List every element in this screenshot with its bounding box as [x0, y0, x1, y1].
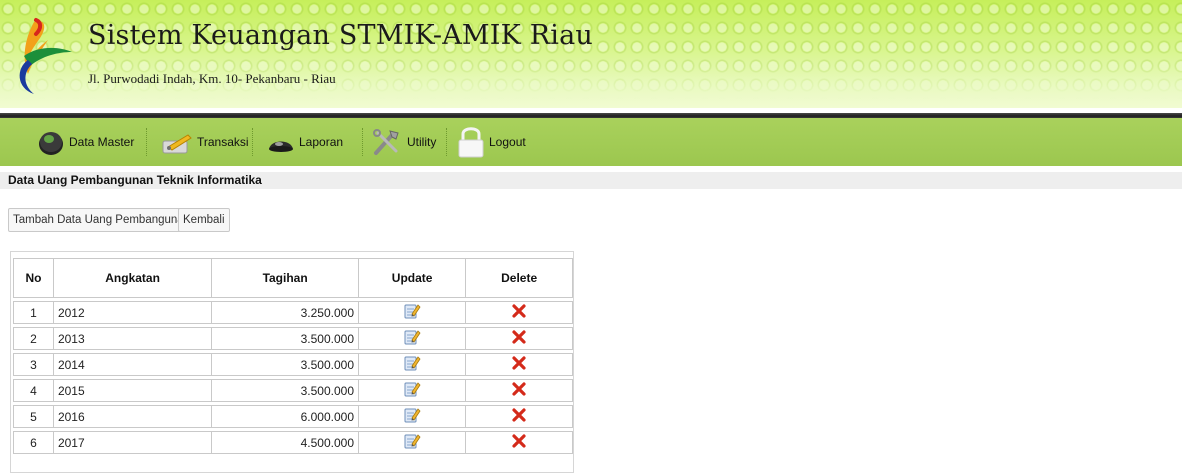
- cell-angkatan: 2017: [53, 431, 213, 454]
- cell-angkatan: 2015: [53, 379, 213, 402]
- site-header: Sistem Keuangan STMIK-AMIK Riau Jl. Purw…: [0, 0, 1182, 108]
- menu-item-label: Logout: [489, 135, 526, 149]
- cell-delete: [466, 379, 573, 402]
- cell-tagihan: 3.500.000: [212, 379, 359, 402]
- cell-tagihan: 6.000.000: [212, 405, 359, 428]
- report-icon: [269, 141, 293, 152]
- menu-item-data-master[interactable]: Data Master: [36, 124, 134, 160]
- menu-item-label: Utility: [407, 135, 437, 149]
- cell-no: 4: [13, 379, 54, 402]
- delete-x-icon[interactable]: [512, 434, 526, 448]
- cell-tagihan: 3.500.000: [212, 353, 359, 376]
- cell-no: 2: [13, 327, 54, 350]
- menu-separator: [146, 128, 147, 156]
- column-header-update: Update: [359, 258, 467, 298]
- cell-tagihan: 3.500.000: [212, 327, 359, 350]
- menu-item-laporan[interactable]: Laporan: [266, 124, 343, 160]
- data-table-container: No Angkatan Tagihan Update Delete 1 2012 3…: [10, 251, 574, 473]
- menu-item-label: Laporan: [299, 135, 344, 149]
- edit-icon[interactable]: [403, 432, 421, 450]
- delete-x-icon[interactable]: [512, 382, 526, 396]
- edit-icon[interactable]: [403, 406, 421, 424]
- cell-update: [359, 405, 467, 428]
- column-header-delete: Delete: [466, 258, 573, 298]
- menu-item-label: Data Master: [69, 135, 135, 149]
- delete-x-icon[interactable]: [512, 304, 526, 318]
- menu-item-logout[interactable]: Logout: [456, 124, 526, 160]
- cell-delete: [466, 353, 573, 376]
- uang-pembangunan-table: No Angkatan Tagihan Update Delete 1 2012 3…: [13, 255, 573, 457]
- cell-angkatan: 2016: [53, 405, 213, 428]
- menu-item-utility[interactable]: Utility: [370, 124, 436, 160]
- column-header-tagihan: Tagihan: [212, 258, 359, 298]
- menu-separator: [252, 128, 253, 156]
- site-address: Jl. Purwodadi Indah, Km. 10- Pekanbaru -…: [88, 71, 336, 86]
- cell-update: [359, 379, 467, 402]
- page-section-title: Data Uang Pembangunan Teknik Informatika: [0, 172, 1182, 189]
- cell-no: 6: [13, 431, 54, 454]
- cell-update: [359, 353, 467, 376]
- edit-icon[interactable]: [403, 302, 421, 320]
- main-menu-bar: Data Master Transaksi Laporan Utility Lo…: [0, 118, 1182, 166]
- table-body: 1 2012 3.250.000 2 2013 3.500.000 3 2014 3.500.0…: [13, 301, 573, 454]
- table-row: 5 2016 6.000.000: [13, 405, 573, 428]
- transaction-icon: [162, 134, 192, 154]
- cell-update: [359, 431, 467, 454]
- menu-separator: [446, 128, 447, 156]
- menu-separator: [362, 128, 363, 156]
- stmik-amik-logo-icon: [19, 18, 72, 94]
- cell-angkatan: 2013: [53, 327, 213, 350]
- edit-icon[interactable]: [403, 354, 421, 372]
- cell-delete: [466, 431, 573, 454]
- cell-tagihan: 3.250.000: [212, 301, 359, 324]
- edit-icon[interactable]: [403, 328, 421, 346]
- cell-no: 3: [13, 353, 54, 376]
- edit-icon[interactable]: [403, 380, 421, 398]
- tools-icon: [373, 129, 399, 155]
- menu-item-label: Transaksi: [197, 135, 249, 149]
- cell-delete: [466, 405, 573, 428]
- cell-angkatan: 2014: [53, 353, 213, 376]
- column-header-angkatan: Angkatan: [53, 258, 213, 298]
- delete-x-icon[interactable]: [512, 408, 526, 422]
- database-icon: [39, 132, 63, 155]
- menu-item-transaksi[interactable]: Transaksi: [160, 124, 249, 160]
- add-uang-pembangunan-button[interactable]: Tambah Data Uang Pembangunan: [8, 208, 196, 232]
- back-button[interactable]: Kembali: [178, 208, 230, 232]
- table-row: 6 2017 4.500.000: [13, 431, 573, 454]
- cell-update: [359, 301, 467, 324]
- table-row: 1 2012 3.250.000: [13, 301, 573, 324]
- cell-no: 5: [13, 405, 54, 428]
- table-header-row: No Angkatan Tagihan Update Delete: [13, 258, 573, 298]
- cell-delete: [466, 327, 573, 350]
- cell-update: [359, 327, 467, 350]
- delete-x-icon[interactable]: [512, 356, 526, 370]
- column-header-no: No: [13, 258, 54, 298]
- cell-delete: [466, 301, 573, 324]
- cell-angkatan: 2012: [53, 301, 213, 324]
- table-row: 2 2013 3.500.000: [13, 327, 573, 350]
- cell-no: 1: [13, 301, 54, 324]
- table-row: 4 2015 3.500.000: [13, 379, 573, 402]
- site-title: Sistem Keuangan STMIK-AMIK Riau: [88, 20, 594, 51]
- cell-tagihan: 4.500.000: [212, 431, 359, 454]
- table-row: 3 2014 3.500.000: [13, 353, 573, 376]
- lock-icon: [458, 127, 484, 158]
- delete-x-icon[interactable]: [512, 330, 526, 344]
